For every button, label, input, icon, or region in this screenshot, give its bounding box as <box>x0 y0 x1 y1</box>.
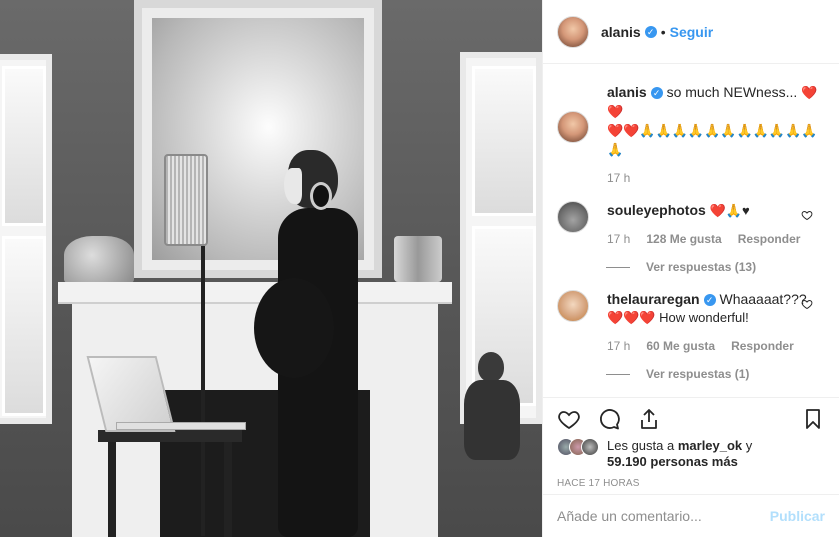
photo-mic-screen <box>164 154 208 246</box>
comment-text: souleyephotos ❤️🙏♥ <box>607 201 825 220</box>
reply-button[interactable]: Responder <box>738 232 801 246</box>
likes-conj: y <box>745 438 753 453</box>
photo-window-left <box>0 54 52 424</box>
view-replies-label: Ver respuestas (13) <box>646 260 757 274</box>
like-heart-icon[interactable] <box>557 407 581 431</box>
post-comment-button[interactable]: Publicar <box>770 508 825 524</box>
likes-user[interactable]: marley_ok <box>678 438 742 453</box>
comment-avatar[interactable] <box>557 290 589 322</box>
view-replies-button[interactable]: Ver respuestas (13) <box>606 260 825 274</box>
verified-badge-icon: ✓ <box>650 87 663 100</box>
liker-avatars <box>557 438 599 456</box>
photo-plant <box>64 236 134 284</box>
caption-body: so much NEWness... <box>666 84 798 100</box>
comment-input[interactable] <box>557 508 770 524</box>
post-actions: Les gusta a marley_ok y 59.190 personas … <box>543 397 839 489</box>
like-comment-heart-icon[interactable] <box>801 209 813 221</box>
header-separator: • <box>660 23 666 40</box>
reply-button[interactable]: Responder <box>731 339 794 353</box>
view-replies-button[interactable]: Ver respuestas (1) <box>606 367 825 381</box>
comment-likes[interactable]: 128 Me gusta <box>646 232 721 246</box>
post-header: alanis ✓ • Seguir <box>543 0 839 64</box>
likes-summary: Les gusta a marley_ok y 59.190 personas … <box>557 438 825 470</box>
photo-stool <box>98 430 242 537</box>
verified-badge-icon: ✓ <box>644 25 657 38</box>
comment-body: Whaaaaat??? <box>719 291 807 307</box>
photo-buddha-statue <box>456 352 528 472</box>
action-icons <box>557 404 825 434</box>
share-icon[interactable] <box>637 407 661 431</box>
replies-divider <box>606 373 630 375</box>
author-username[interactable]: alanis <box>601 24 641 40</box>
comment: thelauraregan ✓ Whaaaaat??? ❤️❤️❤️ How wo… <box>557 274 825 353</box>
post-photo[interactable] <box>0 0 542 537</box>
caption-emoji-3: 🙏 <box>607 142 624 157</box>
comment-avatar[interactable] <box>557 201 589 233</box>
comment-body: ❤️🙏♥ <box>709 203 750 218</box>
like-comment-heart-icon[interactable] <box>801 298 813 310</box>
comment-username[interactable]: thelauraregan <box>607 291 700 307</box>
caption-username[interactable]: alanis <box>607 84 647 100</box>
comment-time[interactable]: 17 h <box>607 339 630 353</box>
comment-meta: 17 h 60 Me gusta Responder <box>607 339 825 353</box>
replies-divider <box>606 266 630 268</box>
view-replies-label: Ver respuestas (1) <box>646 367 750 381</box>
comment-likes[interactable]: 60 Me gusta <box>646 339 715 353</box>
bookmark-icon[interactable] <box>801 407 825 431</box>
likes-prefix: Les gusta a <box>607 438 675 453</box>
caption-avatar[interactable] <box>557 111 589 143</box>
caption-time[interactable]: 17 h <box>607 171 630 185</box>
post-timestamp[interactable]: HACE 17 HORAS <box>557 478 825 489</box>
caption: alanis ✓ so much NEWness... ❤️❤️ ❤️❤️🙏🙏🙏🙏… <box>557 65 825 185</box>
comment-username[interactable]: souleyephotos <box>607 202 706 218</box>
comment-text: thelauraregan ✓ Whaaaaat??? ❤️❤️❤️ How wo… <box>607 290 825 327</box>
add-comment-bar: Publicar <box>543 494 839 537</box>
author-avatar[interactable] <box>557 15 589 48</box>
photo-laptop <box>86 356 246 436</box>
post-sidebar: alanis ✓ • Seguir alanis ✓ so much NEWnes… <box>542 0 839 537</box>
comment-bubble-icon[interactable] <box>597 407 621 431</box>
comment-meta: 17 h 128 Me gusta Responder <box>607 232 825 246</box>
photo-mantel <box>58 282 452 304</box>
caption-text: alanis ✓ so much NEWness... ❤️❤️ ❤️❤️🙏🙏🙏🙏… <box>607 83 825 159</box>
likes-count[interactable]: 59.190 personas más <box>607 454 738 469</box>
liker-avatar[interactable] <box>581 438 599 456</box>
follow-button[interactable]: Seguir <box>670 24 714 40</box>
photo-singer <box>254 150 362 537</box>
comment: souleyephotos ❤️🙏♥ 17 h 128 Me gusta Res… <box>557 185 825 246</box>
caption-emoji-2: ❤️❤️🙏🙏🙏🙏🙏🙏🙏🙏🙏🙏🙏 <box>607 123 818 138</box>
likes-text: Les gusta a marley_ok y 59.190 personas … <box>607 438 752 470</box>
photo-jars <box>394 236 442 282</box>
verified-badge-icon: ✓ <box>703 294 716 307</box>
comments-list[interactable]: alanis ✓ so much NEWness... ❤️❤️ ❤️❤️🙏🙏🙏🙏… <box>543 65 839 397</box>
caption-meta: 17 h <box>607 171 825 185</box>
comment-time[interactable]: 17 h <box>607 232 630 246</box>
comment-body-2: ❤️❤️❤️ How wonderful! <box>607 310 749 325</box>
